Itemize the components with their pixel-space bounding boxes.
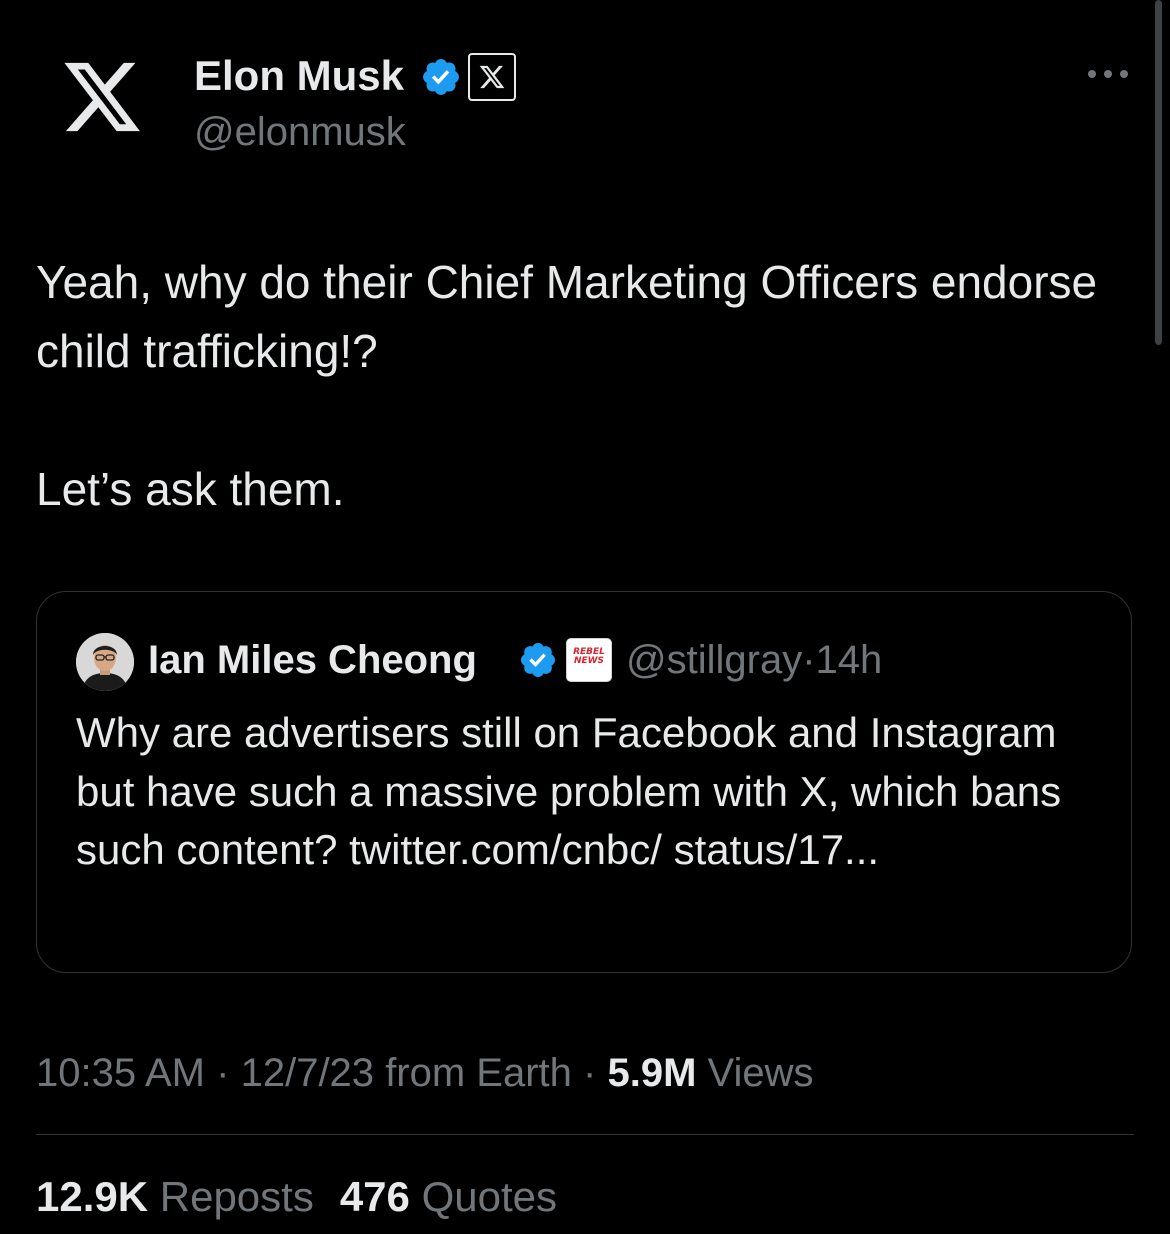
more-button[interactable]: [1086, 66, 1130, 82]
tweet-meta-line: 10:35 AM · 12/7/23 from Earth · 5.9M Vie…: [36, 1048, 814, 1098]
views-label: Views: [707, 1051, 814, 1095]
author-avatar[interactable]: [60, 55, 144, 139]
x-logo-icon: [479, 65, 505, 89]
meta-separator: ·: [802, 638, 816, 682]
reposts-label: Reposts: [159, 1173, 314, 1220]
verified-badge-icon: [518, 640, 558, 680]
affiliate-badge[interactable]: [468, 53, 516, 101]
author-handle[interactable]: @elonmusk: [194, 108, 406, 156]
tweet-date[interactable]: 12/7/23: [241, 1051, 374, 1095]
meta-separator: ·: [583, 1051, 597, 1095]
quotes-count: 476: [339, 1173, 410, 1220]
scrollbar[interactable]: [1155, 0, 1162, 345]
tweet-paragraph: Yeah, why do their Chief Marketing Offic…: [36, 256, 1098, 377]
verified-badge-icon: [420, 56, 462, 98]
rebel-news-affiliate-badge[interactable]: REBEL NEWS: [566, 638, 612, 682]
meta-separator: ·: [216, 1051, 230, 1095]
views-count: 5.9M: [607, 1051, 697, 1095]
quote-text: Why are advertisers still on Facebook an…: [76, 709, 1062, 873]
rebel-news-logo-text: REBEL NEWS: [573, 647, 605, 666]
quote-author-name[interactable]: Ian Miles Cheong: [148, 633, 477, 687]
divider: [36, 1134, 1134, 1135]
quote-author-avatar[interactable]: [76, 633, 134, 691]
author-name[interactable]: Elon Musk: [194, 50, 404, 102]
tweet-source: from Earth: [385, 1051, 572, 1095]
tweet-text: Yeah, why do their Chief Marketing Offic…: [36, 248, 1116, 524]
more-horizontal-icon: [1088, 70, 1128, 78]
engagement-stats: 12.9K Reposts 476 Quotes: [36, 1170, 557, 1224]
quotes-label: Quotes: [421, 1173, 557, 1220]
tweet-paragraph: Let’s ask them.: [36, 463, 345, 515]
x-logo-icon: [64, 62, 140, 132]
quotes-stat[interactable]: 476 Quotes: [340, 1170, 557, 1224]
tweet-time[interactable]: 10:35 AM: [36, 1051, 205, 1095]
quote-author-handle[interactable]: @stillgray: [626, 638, 802, 682]
reposts-stat[interactable]: 12.9K Reposts: [36, 1170, 314, 1224]
quote-time[interactable]: 14h: [816, 638, 883, 682]
reposts-count: 12.9K: [36, 1173, 149, 1220]
quote-meta: @stillgray·14h: [626, 633, 882, 687]
